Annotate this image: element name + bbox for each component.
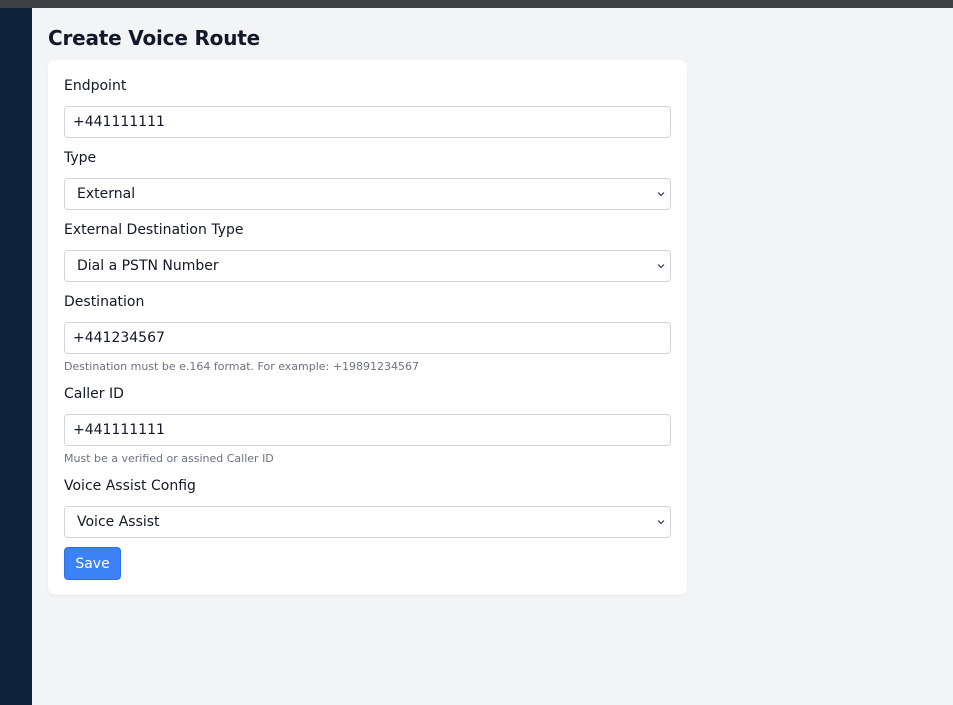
save-button[interactable]: Save (64, 547, 121, 580)
external-destination-type-select-value: Dial a PSTN Number (77, 258, 219, 274)
external-destination-type-label: External Destination Type (64, 222, 244, 238)
endpoint-field-group: Endpoint +441111111 (64, 76, 671, 138)
type-label: Type (64, 150, 97, 166)
chevron-down-icon (657, 192, 665, 197)
caller-id-help-text: Must be a verified or assined Caller ID (64, 452, 274, 465)
caller-id-field-group: Caller ID +441111111 Must be a verified … (64, 384, 671, 466)
external-destination-type-field-group: External Destination Type Dial a PSTN Nu… (64, 220, 671, 282)
type-select[interactable]: External (64, 178, 671, 210)
destination-input[interactable]: +441234567 (64, 322, 671, 354)
destination-field-group: Destination +441234567 Destination must … (64, 292, 671, 374)
type-field-group: Type External (64, 148, 671, 210)
voice-assist-config-select[interactable]: Voice Assist (64, 506, 671, 538)
top-bar (0, 0, 953, 8)
destination-label: Destination (64, 294, 145, 310)
chevron-down-icon (657, 264, 665, 269)
endpoint-input[interactable]: +441111111 (64, 106, 671, 138)
voice-assist-config-label: Voice Assist Config (64, 478, 196, 494)
endpoint-label: Endpoint (64, 78, 127, 94)
caller-id-label: Caller ID (64, 386, 124, 402)
voice-assist-config-select-value: Voice Assist (77, 514, 160, 530)
voice-assist-config-field-group: Voice Assist Config Voice Assist (64, 476, 671, 538)
destination-help-text: Destination must be e.164 format. For ex… (64, 360, 419, 373)
page-title: Create Voice Route (48, 26, 260, 50)
sidebar (0, 8, 32, 705)
voice-route-form: Endpoint +441111111 Type External Extern… (48, 60, 687, 595)
main-content: Create Voice Route Endpoint +441111111 T… (32, 8, 953, 705)
chevron-down-icon (657, 520, 665, 525)
caller-id-input[interactable]: +441111111 (64, 414, 671, 446)
external-destination-type-select[interactable]: Dial a PSTN Number (64, 250, 671, 282)
type-select-value: External (77, 186, 136, 202)
